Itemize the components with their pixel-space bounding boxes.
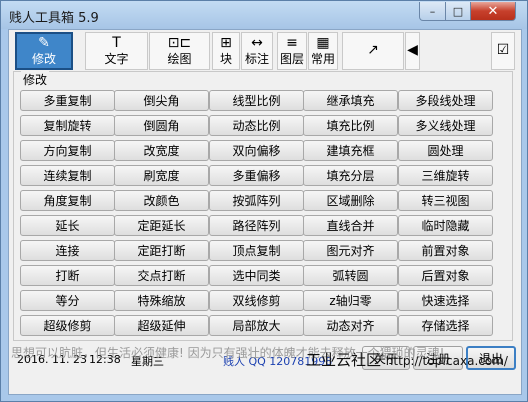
function-button[interactable]: 多段线处理 [398, 90, 493, 111]
block-icon: ⊞ [220, 35, 232, 51]
function-button[interactable]: 定距打断 [114, 240, 209, 261]
toolbar: ✎ 修改 T 文字 ⊡⊏ 绘图 ⊞ 块 ↔ 标注 ≡ 图层 ▦ 常用 ↗ ◀ ☑ [15, 32, 515, 72]
function-button[interactable]: 按弧阵列 [209, 190, 304, 211]
function-button[interactable]: 方向复制 [20, 140, 115, 161]
function-button[interactable]: 角度复制 [20, 190, 115, 211]
function-button[interactable]: 圆处理 [398, 140, 493, 161]
function-button[interactable]: 复制旋转 [20, 115, 115, 136]
function-button[interactable]: 改颜色 [114, 190, 209, 211]
toolbar-button-4[interactable]: ↔ 标注 [241, 32, 273, 70]
client-area: ✎ 修改 T 文字 ⊡⊏ 绘图 ⊞ 块 ↔ 标注 ≡ 图层 ▦ 常用 ↗ ◀ ☑ 修改 多重复制 倒尖角 线型比例继… [8, 29, 522, 395]
window-title: 贱人工具箱 5.9 [9, 11, 99, 26]
function-button[interactable]: 超级修剪 [20, 315, 115, 336]
function-button[interactable]: 等分 [20, 290, 115, 311]
function-button[interactable]: 填充比例 [303, 115, 398, 136]
function-button[interactable]: 图元对齐 [303, 240, 398, 261]
close-button[interactable]: ✕ [470, 2, 516, 21]
function-button[interactable]: 区域删除 [303, 190, 398, 211]
modify-group: 修改 多重复制 倒尖角 线型比例 继承填充 多段线处理复制旋转 倒圆角 动态比例 填充比例 多义… [13, 71, 513, 341]
function-button[interactable]: 前置对象 [398, 240, 493, 261]
function-button[interactable]: 弧转圆 [303, 265, 398, 286]
function-button[interactable]: 连接 [20, 240, 115, 261]
toolbar-button-2[interactable]: ⊡⊏ 绘图 [149, 32, 210, 70]
function-button[interactable]: 线型比例 [209, 90, 304, 111]
function-button[interactable]: 倒尖角 [114, 90, 209, 111]
toolbar-button-1[interactable]: T 文字 [85, 32, 148, 70]
watermark-url: http://top.caxa.com/ [385, 354, 508, 368]
function-button[interactable]: 连续复制 [20, 165, 115, 186]
function-button[interactable]: 定距延长 [114, 215, 209, 236]
toolbar-label: 图层 [279, 52, 304, 66]
toolbar-label: 常用 [310, 52, 335, 66]
pin-checkbox-icon: ☑ [496, 42, 510, 58]
function-button[interactable]: 多重复制 [20, 90, 115, 111]
toolbar-label: 文字 [104, 52, 129, 66]
function-button[interactable]: 动态对齐 [303, 315, 398, 336]
pencil-icon: ✎ [38, 35, 50, 51]
title-bar[interactable]: 贱人工具箱 5.9 – □ ✕ [1, 1, 527, 29]
toolbar-label: 块 [219, 52, 232, 66]
function-button[interactable]: 超级延伸 [114, 315, 209, 336]
function-button[interactable]: 局部放大 [209, 315, 304, 336]
function-button[interactable]: 三维旋转 [398, 165, 493, 186]
toolbar-label: 绘图 [167, 52, 192, 66]
watermark: 工业云社区 http://top.caxa.com/ [306, 349, 508, 370]
function-button[interactable]: z轴归零 [303, 290, 398, 311]
function-button[interactable]: 临时隐藏 [398, 215, 493, 236]
toolbar-button-5[interactable]: ≡ 图层 [277, 32, 307, 70]
external-link-icon: ↗ [367, 42, 379, 58]
function-button[interactable]: 填充分层 [303, 165, 398, 186]
function-button[interactable]: 双线修剪 [209, 290, 304, 311]
function-button[interactable]: 动态比例 [209, 115, 304, 136]
toolbar-button-7[interactable]: ↗ [342, 32, 404, 70]
function-button[interactable]: 延长 [20, 215, 115, 236]
function-button[interactable]: 倒圆角 [114, 115, 209, 136]
function-button[interactable]: 打断 [20, 265, 115, 286]
group-title: 修改 [21, 71, 50, 88]
toolbar-label: 标注 [244, 52, 269, 66]
text-icon: T [112, 35, 121, 51]
app-window: 贱人工具箱 5.9 – □ ✕ ✎ 修改 T 文字 ⊡⊏ 绘图 ⊞ 块 ↔ 标注 ≡ 图层 ▦ 常用 ↗ ◀ ☑… [0, 0, 528, 402]
function-button[interactable]: 转三视图 [398, 190, 493, 211]
function-button[interactable]: 多重偏移 [209, 165, 304, 186]
maximize-button[interactable]: □ [445, 2, 471, 21]
function-button[interactable]: 直线合并 [303, 215, 398, 236]
minimize-button[interactable]: – [419, 2, 446, 21]
function-button[interactable]: 双向偏移 [209, 140, 304, 161]
function-button[interactable]: 刷宽度 [114, 165, 209, 186]
dimension-icon: ↔ [251, 35, 263, 51]
toolbar-label: 修改 [31, 52, 56, 66]
function-button[interactable]: 后置对象 [398, 265, 493, 286]
function-button[interactable]: 特殊缩放 [114, 290, 209, 311]
function-button[interactable]: 建填充框 [303, 140, 398, 161]
toolbar-button-3[interactable]: ⊞ 块 [212, 32, 240, 70]
layers-icon: ≡ [286, 35, 298, 51]
function-button[interactable]: 继承填充 [303, 90, 398, 111]
toolbar-button-0[interactable]: ✎ 修改 [15, 32, 73, 70]
drawing-icon: ⊡⊏ [167, 35, 192, 51]
function-button[interactable]: 选中同类 [209, 265, 304, 286]
function-button[interactable]: 快速选择 [398, 290, 493, 311]
function-button[interactable]: 顶点复制 [209, 240, 304, 261]
toolbar-button-6[interactable]: ▦ 常用 [308, 32, 338, 70]
toolbar-button-8[interactable]: ◀ [405, 32, 420, 70]
toolbar-button-9[interactable]: ☑ [491, 32, 515, 70]
function-button[interactable]: 路径阵列 [209, 215, 304, 236]
function-button[interactable]: 存储选择 [398, 315, 493, 336]
common-icon: ▦ [316, 35, 330, 51]
watermark-site: 工业云社区 [306, 351, 382, 369]
function-button[interactable]: 交点打断 [114, 265, 209, 286]
function-button[interactable]: 改宽度 [114, 140, 209, 161]
scroll-left-icon: ◀ [407, 42, 418, 58]
function-button[interactable]: 多义线处理 [398, 115, 493, 136]
